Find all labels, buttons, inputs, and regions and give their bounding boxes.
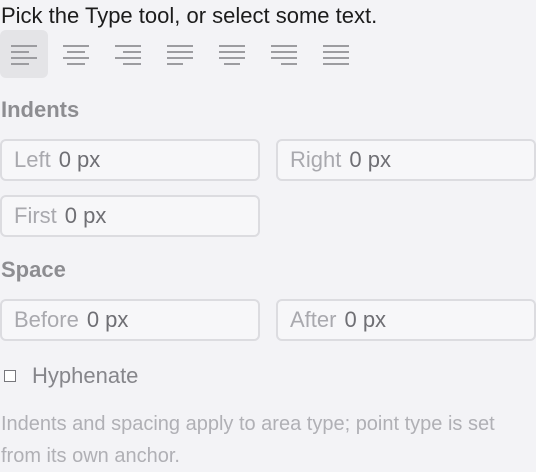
justify-center-button[interactable] bbox=[208, 30, 256, 78]
justify-right-button[interactable] bbox=[260, 30, 308, 78]
indent-left-value: 0 px bbox=[58, 147, 101, 172]
spacing-note: Indents and spacing apply to area type; … bbox=[1, 413, 495, 467]
space-title: Space bbox=[1, 257, 66, 282]
align-left-button[interactable] bbox=[0, 30, 48, 78]
justify-center-icon bbox=[219, 45, 245, 65]
space-after-label: After bbox=[290, 307, 337, 332]
align-right-icon bbox=[115, 45, 141, 65]
space-before-field[interactable]: Before 0 px bbox=[0, 299, 260, 341]
alignment-toolbar bbox=[0, 30, 360, 78]
paragraph-panel: Pick the Type tool, or select some text. bbox=[0, 0, 536, 472]
indent-first-label: First bbox=[14, 203, 57, 228]
indent-right-field[interactable]: Right 0 px bbox=[276, 139, 536, 181]
justify-all-icon bbox=[323, 45, 349, 65]
indent-first-field[interactable]: First 0 px bbox=[0, 195, 260, 237]
indents-title: Indents bbox=[1, 97, 80, 122]
justify-all-button[interactable] bbox=[312, 30, 360, 78]
space-after-value: 0 px bbox=[344, 307, 387, 332]
panel-hint: Pick the Type tool, or select some text. bbox=[1, 3, 378, 28]
indent-left-label: Left bbox=[14, 147, 51, 172]
hyphenate-label: Hyphenate bbox=[32, 363, 139, 388]
align-left-icon bbox=[11, 45, 37, 65]
indent-first-value: 0 px bbox=[64, 203, 107, 228]
justify-right-icon bbox=[271, 45, 297, 65]
align-center-button[interactable] bbox=[52, 30, 100, 78]
space-before-value: 0 px bbox=[86, 307, 129, 332]
hyphenate-option[interactable]: Hyphenate bbox=[3, 362, 138, 390]
justify-left-icon bbox=[167, 45, 193, 65]
align-center-icon bbox=[63, 45, 89, 65]
align-right-button[interactable] bbox=[104, 30, 152, 78]
indent-right-value: 0 px bbox=[349, 147, 391, 172]
hyphenate-checkbox[interactable] bbox=[4, 370, 16, 382]
indent-right-label: Right bbox=[290, 147, 342, 172]
indent-left-field[interactable]: Left 0 px bbox=[0, 139, 260, 181]
justify-left-button[interactable] bbox=[156, 30, 204, 78]
space-before-label: Before bbox=[14, 307, 79, 332]
space-after-field[interactable]: After 0 px bbox=[276, 299, 536, 341]
